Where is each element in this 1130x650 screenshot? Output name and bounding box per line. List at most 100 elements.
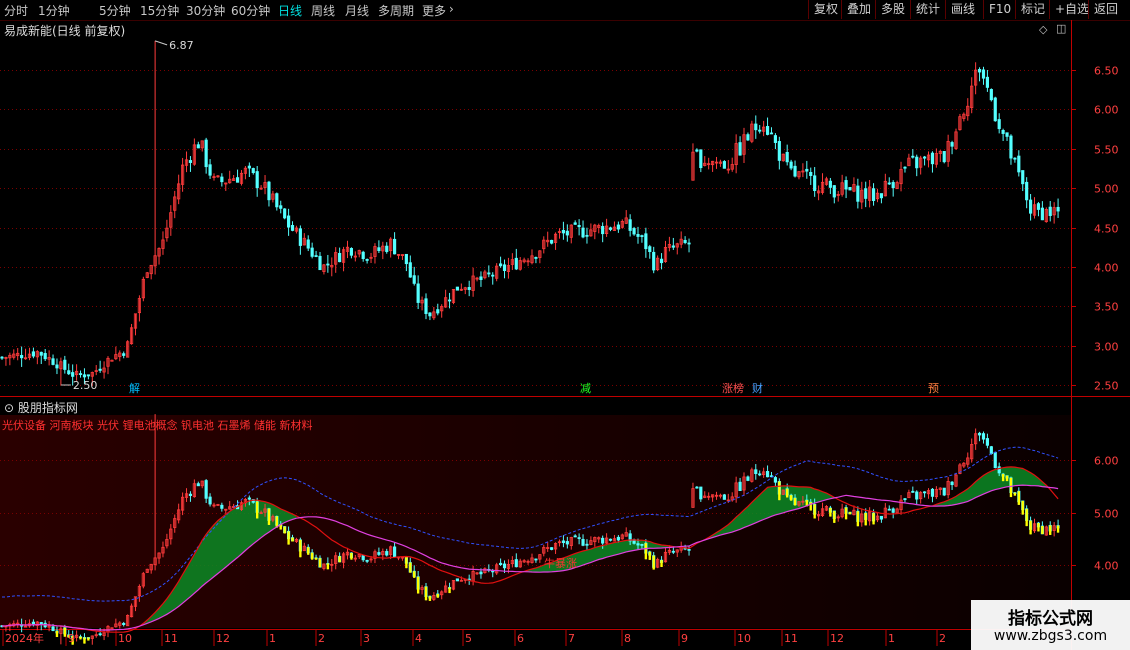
candle-body: [51, 358, 55, 365]
date-label: 3: [363, 632, 370, 645]
candle-body: [608, 227, 613, 230]
candle-body: [63, 359, 67, 370]
candle-body: [204, 480, 208, 499]
date-label: 10: [737, 632, 751, 645]
candle-body: [561, 540, 565, 544]
dip-bar: [307, 547, 310, 555]
candle-body: [687, 242, 691, 245]
candle-body: [220, 504, 224, 509]
dip-bar: [416, 576, 420, 594]
candle-body: [1048, 206, 1052, 216]
dip-bar: [448, 587, 451, 594]
date-label: 2: [939, 632, 946, 645]
candle-body: [887, 508, 891, 511]
candle-body: [365, 259, 369, 261]
candle-body: [585, 543, 589, 546]
price-tick-label: 6.00: [1094, 104, 1119, 117]
candle-body: [581, 227, 585, 238]
candle-body: [1013, 157, 1017, 160]
candle-body: [585, 234, 589, 237]
candle-body: [404, 253, 408, 265]
candle-body: [648, 246, 652, 253]
candle-body: [393, 546, 397, 558]
dip-bar: [314, 557, 318, 560]
candle-body: [1036, 203, 1041, 210]
dip-bar: [1037, 523, 1040, 532]
dip-bar: [829, 508, 832, 517]
date-label: 10: [118, 632, 132, 645]
signal-annotation: 牛暴涨: [544, 556, 577, 570]
candle-body: [1009, 135, 1013, 159]
candle-body: [577, 537, 581, 540]
candle-body: [1021, 170, 1025, 185]
dip-bar: [785, 488, 789, 498]
candle-body: [479, 571, 483, 575]
candle-body: [942, 487, 946, 496]
candle-body: [985, 76, 989, 88]
dip-bar: [813, 504, 816, 519]
candle-body: [977, 69, 982, 73]
candle-body: [412, 275, 416, 284]
dip-bar: [778, 481, 781, 501]
indicator-title: 股朋指标网: [17, 401, 78, 415]
dip-bar: [648, 551, 651, 560]
price-tick-label: 4.00: [1094, 262, 1119, 275]
dip-bar: [844, 507, 848, 520]
candle-body: [31, 351, 35, 357]
candle-body: [455, 578, 459, 582]
collapse-icon[interactable]: ⊙: [4, 401, 14, 415]
event-marker: 预: [928, 382, 939, 395]
candle-body: [930, 488, 935, 497]
candle-body: [640, 235, 644, 237]
dip-bar: [660, 560, 663, 568]
candle-body: [467, 287, 471, 290]
price-tick-label: 4.50: [1094, 223, 1119, 236]
candle-body: [290, 225, 295, 231]
candle-body: [110, 627, 114, 630]
candle-body: [283, 208, 287, 219]
candle-body: [1029, 199, 1033, 214]
candle-body: [699, 486, 703, 500]
candle-body: [805, 168, 809, 172]
candle-body: [754, 469, 758, 475]
dip-bar: [436, 593, 439, 598]
candle-body: [122, 622, 126, 625]
candle-body: [1017, 155, 1021, 173]
dip-bar: [55, 630, 59, 638]
dip-bar: [1049, 525, 1052, 535]
candle-body: [981, 433, 986, 440]
dip-bar: [1005, 475, 1009, 482]
candle-body: [534, 257, 538, 259]
candle-body: [997, 466, 1001, 474]
candle-body: [82, 374, 87, 378]
price-tick-label: 5.50: [1094, 144, 1119, 157]
candle-body: [746, 476, 750, 481]
candle-body: [773, 477, 777, 483]
dip-bar: [1041, 526, 1044, 535]
date-label: 9: [68, 632, 75, 645]
candle-body: [208, 496, 212, 505]
candle-body: [491, 274, 495, 277]
candle-body: [903, 166, 907, 169]
high-marker: [154, 40, 168, 46]
date-label: 1: [269, 632, 276, 645]
dip-bar: [1025, 508, 1028, 527]
candle-body: [773, 135, 777, 143]
candle-body: [565, 230, 569, 236]
dip-bar: [310, 552, 314, 560]
candle-body: [856, 185, 860, 202]
candle-body: [879, 193, 883, 199]
dip-bar: [833, 510, 836, 523]
price-tick-label: 2.50: [1094, 380, 1119, 393]
indicator-background: [0, 415, 1071, 628]
dip-bar: [63, 627, 67, 637]
candle-body: [601, 537, 605, 544]
dip-bar: [789, 495, 793, 501]
candle-body: [683, 239, 687, 243]
candle-body: [455, 286, 459, 291]
candle-body: [746, 134, 750, 141]
candle-body: [789, 161, 793, 169]
candle-body: [279, 205, 283, 209]
candle-body: [298, 228, 302, 246]
candle-body: [565, 541, 569, 545]
